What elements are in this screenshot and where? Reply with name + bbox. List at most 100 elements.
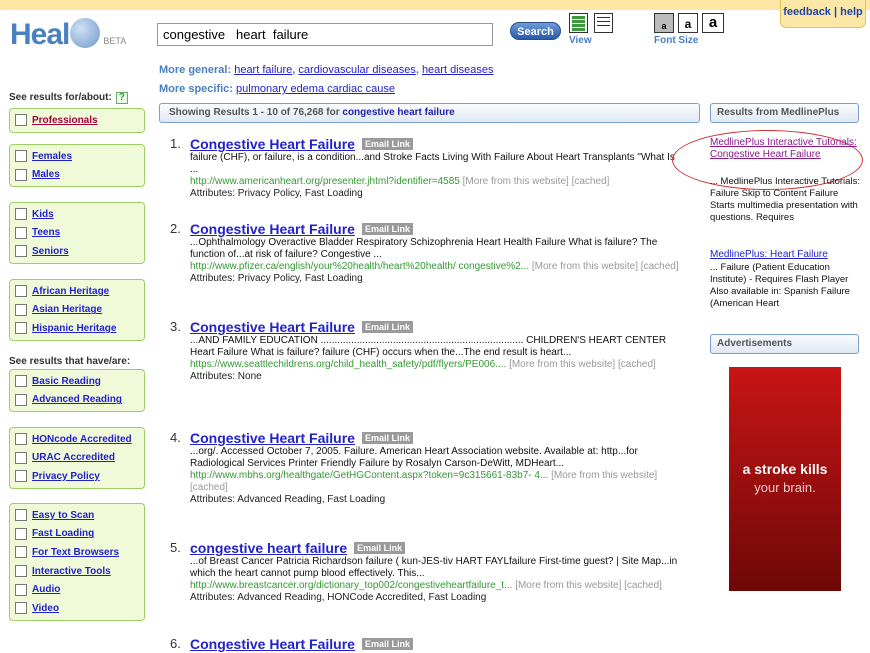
checkbox[interactable] [15,527,27,540]
filter-interactive-tools[interactable]: Interactive Tools [15,562,139,581]
help-link[interactable]: help [840,6,863,18]
checkbox[interactable] [15,114,27,127]
result-attributes: Attributes: Privacy Policy, Fast Loading [190,188,363,199]
result-item: 3. Congestive Heart Failure Email Link ...… [170,320,682,383]
filter-hispanic-heritage[interactable]: Hispanic Heritage [15,319,139,338]
medline-desc-tutorials: ... MedlinePlus Interactive Tutorials: F… [710,176,860,223]
search-button[interactable]: Search [510,22,561,40]
filter-asian-heritage[interactable]: Asian Heritage [15,301,139,320]
filter-privacy-policy[interactable]: Privacy Policy [15,467,139,486]
result-title-link[interactable]: Congestive Heart Failure [190,222,355,236]
filter-professionals[interactable]: Professionals [15,111,139,130]
result-item: 1. Congestive Heart Failure Email Link fai… [170,137,682,200]
logo-beta: BETA [103,36,127,46]
checkbox[interactable] [15,226,27,239]
filter-video[interactable]: Video [15,599,139,618]
checkbox[interactable] [15,208,27,221]
result-more-links[interactable]: [More from this website] [cached] [532,261,679,272]
result-snippet: ...org/. Accessed October 7, 2005. Failu… [190,446,638,469]
font-large-button[interactable]: a [702,13,724,33]
ad-line1: a stroke kills [742,461,828,477]
view-summary-icon[interactable] [569,13,588,33]
more-specific: More specific: pulmonary edema cardiac c… [159,83,396,95]
result-more-links[interactable]: [More from this website] [cached] [463,176,610,187]
result-title-link[interactable]: Congestive Heart Failure [190,431,355,445]
checkbox[interactable] [15,322,27,335]
filter-easy-to-scan[interactable]: Easy to Scan [15,506,139,525]
result-more-links[interactable]: [More from this website] [cached] [515,580,662,591]
checkbox[interactable] [15,583,27,596]
checkbox[interactable] [15,393,27,406]
checkbox[interactable] [15,509,27,522]
font-size-label: Font Size [654,35,699,46]
email-link-button[interactable]: Email Link [361,138,413,150]
logo[interactable]: Heal BETA [10,16,126,50]
filter-basic-reading[interactable]: Basic Reading [15,372,139,391]
result-url[interactable]: https://www.seattlechildrens.org/child_h… [190,359,682,371]
filter-text-browsers[interactable]: For Text Browsers [15,543,139,562]
checkbox[interactable] [15,546,27,559]
filter-fast-loading[interactable]: Fast Loading [15,525,139,544]
checkbox[interactable] [15,303,27,316]
filter-teens[interactable]: Teens [15,224,139,243]
filter-females[interactable]: Females [15,147,139,166]
medline-desc-heart-failure: ... Failure (Patient Education Institute… [710,262,850,309]
more-general: More general: heart failure, cardiovascu… [159,64,494,76]
advertisements-heading: Advertisements [710,334,859,354]
filter-audio[interactable]: Audio [15,580,139,599]
filter-urac[interactable]: URAC Accredited [15,449,139,468]
checkbox[interactable] [15,451,27,464]
specific-link[interactable]: pulmonary edema cardiac cause [236,83,395,95]
filter-advanced-reading[interactable]: Advanced Reading [15,391,139,410]
result-url[interactable]: http://www.pfizer.ca/english/your%20heal… [190,261,682,273]
ad-line2: your brain. [754,480,816,495]
checkbox[interactable] [15,285,27,298]
checkbox[interactable] [15,565,27,578]
result-more-links[interactable]: [More from this website] [cached] [509,359,656,370]
general-link[interactable]: heart diseases [422,64,494,76]
general-link[interactable]: heart failure [234,64,292,76]
checkbox[interactable] [15,168,27,181]
filter-group-heritage: African Heritage Asian Heritage Hispanic… [9,279,145,341]
result-attributes: Attributes: Advanced Reading, Fast Loadi… [190,494,386,505]
result-title-link[interactable]: Congestive Heart Failure [190,637,355,651]
email-link-button[interactable]: Email Link [361,321,413,333]
email-link-button[interactable]: Email Link [361,432,413,444]
email-link-button[interactable]: Email Link [361,223,413,235]
medline-link-tutorials[interactable]: MedlinePlus Interactive Tutorials: Conge… [710,137,860,161]
checkbox[interactable] [15,470,27,483]
result-url[interactable]: http://www.mbhs.org/healthgate/GetHGCont… [190,470,682,494]
logo-word: Heal [10,18,70,51]
font-small-button[interactable]: a [654,13,674,33]
result-title-link[interactable]: Congestive Heart Failure [190,320,355,334]
medline-link-heart-failure[interactable]: MedlinePlus: Heart Failure [710,249,860,261]
result-snippet: ...AND FAMILY EDUCATION ................… [190,335,667,358]
checkbox[interactable] [15,245,27,258]
stroke-ad-banner[interactable]: a stroke kills your brain. [729,367,841,591]
result-title-link[interactable]: congestive heart failure [190,541,347,555]
help-icon[interactable]: ? [115,92,128,104]
results-query: congestive heart failure [342,107,455,118]
font-medium-button[interactable]: a [678,13,698,33]
result-item: 5. congestive heart failure Email Link ...… [170,541,682,604]
result-title-link[interactable]: Congestive Heart Failure [190,137,355,151]
checkbox[interactable] [15,602,27,615]
feedback-link[interactable]: feedback [783,6,831,18]
filter-males[interactable]: Males [15,166,139,185]
email-link-button[interactable]: Email Link [354,542,406,554]
filter-group-features: Easy to Scan Fast Loading For Text Brows… [9,503,145,621]
result-url[interactable]: http://www.breastcancer.org/dictionary_t… [190,580,682,592]
result-url[interactable]: http://www.americanheart.org/presenter.j… [190,176,682,188]
email-link-button[interactable]: Email Link [361,638,413,650]
top-strip [0,0,870,10]
filter-african-heritage[interactable]: African Heritage [15,282,139,301]
view-list-icon[interactable] [594,13,613,33]
filter-seniors[interactable]: Seniors [15,242,139,261]
filter-kids[interactable]: Kids [15,205,139,224]
filter-honcode[interactable]: HONcode Accredited [15,430,139,449]
checkbox[interactable] [15,150,27,163]
general-link[interactable]: cardiovascular diseases [298,64,415,76]
checkbox[interactable] [15,433,27,446]
checkbox[interactable] [15,375,27,388]
search-input[interactable] [157,23,493,46]
